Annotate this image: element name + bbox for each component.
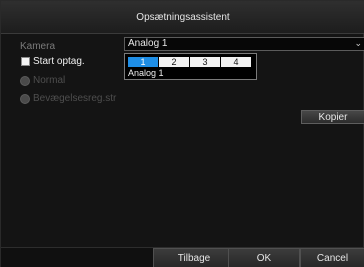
mode-normal-radio[interactable] (20, 76, 30, 86)
camera-selected-value: Analog 1 (128, 38, 168, 49)
camera-dropdown[interactable]: 1 2 3 4 Analog 1 (124, 53, 257, 80)
camera-tabs: 1 2 3 4 (128, 57, 252, 67)
start-record-checkbox[interactable] (21, 57, 30, 66)
footer-bar: Tilbage OK Cancel (1, 247, 364, 267)
copy-button[interactable]: Kopier (301, 110, 364, 124)
camera-tab-4[interactable]: 4 (221, 57, 251, 67)
camera-label: Kamera (20, 41, 56, 52)
setup-wizard-window: Opsætningsassistent Kamera Analog 1 ⌄ 1 … (0, 0, 364, 267)
camera-tab-3[interactable]: 3 (190, 57, 220, 67)
window-title: Opsætningsassistent (136, 11, 230, 23)
back-button[interactable]: Tilbage (153, 248, 235, 267)
ok-button[interactable]: OK (228, 248, 300, 267)
camera-tab-1[interactable]: 1 (128, 57, 158, 67)
title-bar: Opsætningsassistent (1, 1, 364, 34)
dropdown-item-analog-1[interactable]: Analog 1 (128, 68, 164, 78)
chevron-down-icon: ⌄ (354, 38, 362, 48)
start-record-label: Start optag. (33, 56, 85, 67)
camera-tab-2[interactable]: 2 (159, 57, 189, 67)
cancel-button[interactable]: Cancel (300, 248, 364, 267)
mode-motion-label: Bevægelsesreg.str (33, 93, 117, 104)
camera-select[interactable]: Analog 1 ⌄ (124, 37, 364, 51)
mode-motion-radio[interactable] (20, 94, 30, 104)
mode-normal-label: Normal (33, 75, 66, 86)
